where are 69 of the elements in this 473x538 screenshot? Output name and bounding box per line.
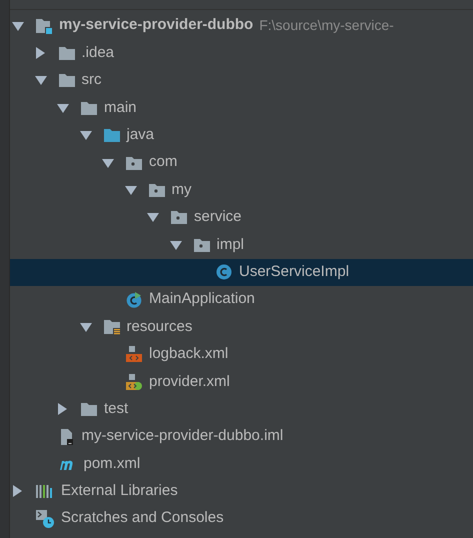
item-label: provider.xml — [149, 372, 230, 392]
collapse-arrow-icon[interactable] — [80, 322, 92, 332]
tree-row[interactable]: resources — [10, 313, 473, 341]
libraries-icon — [36, 484, 54, 498]
item-label: my-service-provider-dubbo.iml — [82, 426, 284, 446]
item-label: MainApplication — [149, 289, 255, 310]
package-folder-icon — [148, 183, 164, 198]
tree-row[interactable]: Scratches and Consoles — [10, 505, 473, 532]
package-folder-icon — [126, 156, 142, 170]
folder-icon — [81, 402, 97, 416]
item-label: service — [194, 207, 242, 228]
tree-row[interactable]: .idea — [10, 39, 473, 67]
tree-row[interactable]: my — [10, 176, 473, 204]
item-label: my — [172, 180, 192, 200]
collapse-arrow-icon[interactable] — [80, 130, 92, 140]
collapse-arrow-icon[interactable] — [102, 158, 114, 168]
expand-arrow-icon[interactable] — [12, 485, 22, 498]
package-folder-icon — [171, 210, 187, 224]
tree-row[interactable]: MainApplication — [10, 286, 473, 314]
module-path: F:\source\my-service- — [259, 16, 394, 36]
item-label: test — [104, 398, 128, 419]
item-label: impl — [216, 234, 244, 255]
tree-row[interactable]: impl — [10, 231, 473, 259]
tree-row[interactable]: main — [10, 94, 473, 122]
tree-row[interactable]: provider.xml — [10, 368, 473, 396]
folder-icon — [104, 128, 120, 142]
tree-row[interactable]: src — [10, 66, 473, 94]
tree-row[interactable]: my-service-provider-dubbo F:\source\my-service- — [10, 12, 473, 40]
item-label: com — [149, 152, 178, 172]
tree-row[interactable]: com — [10, 148, 473, 176]
collapse-arrow-icon[interactable] — [34, 75, 46, 86]
file-icon — [58, 428, 74, 445]
item-label: External Libraries — [61, 481, 178, 502]
item-label: pom.xml — [84, 454, 140, 474]
collapse-arrow-icon[interactable] — [12, 20, 24, 31]
tree-row[interactable]: service — [10, 204, 473, 232]
collapse-arrow-icon[interactable] — [57, 102, 69, 113]
resources-folder-icon — [104, 318, 120, 335]
tree-row[interactable]: logback.xml — [10, 340, 473, 368]
scratches-icon — [36, 510, 54, 528]
collapse-arrow-icon[interactable] — [147, 212, 159, 222]
tree-row[interactable]: UserServiceImpl — [10, 258, 473, 286]
item-label: java — [126, 125, 154, 145]
tree-row[interactable]: test — [10, 395, 473, 423]
tree-row[interactable]: java — [10, 122, 473, 149]
expand-arrow-icon[interactable] — [34, 47, 44, 60]
item-label: main — [104, 98, 137, 118]
folder-icon — [58, 46, 74, 60]
package-folder-icon — [194, 238, 210, 252]
folder-icon — [58, 73, 74, 88]
item-label: resources — [126, 316, 192, 337]
tree-row[interactable]: External Libraries — [10, 478, 473, 506]
xml-file-icon — [126, 374, 142, 390]
class-icon — [216, 264, 232, 280]
xml-file-icon — [126, 346, 142, 362]
tree-row[interactable]: pom.xml — [10, 450, 473, 478]
item-label: src — [82, 70, 102, 90]
item-label: logback.xml — [149, 344, 228, 364]
module-folder-icon — [36, 18, 52, 34]
item-label: my-service-provider-dubbo — [59, 15, 254, 36]
class-icon — [126, 292, 142, 308]
item-label: UserServiceImpl — [239, 262, 350, 282]
item-label: Scratches and Consoles — [61, 508, 224, 528]
tree-row[interactable]: my-service-provider-dubbo.iml — [10, 422, 473, 450]
collapse-arrow-icon[interactable] — [170, 240, 182, 250]
folder-icon — [81, 100, 97, 115]
expand-arrow-icon[interactable] — [57, 403, 67, 416]
collapse-arrow-icon[interactable] — [124, 185, 136, 196]
item-label: .idea — [82, 42, 114, 63]
